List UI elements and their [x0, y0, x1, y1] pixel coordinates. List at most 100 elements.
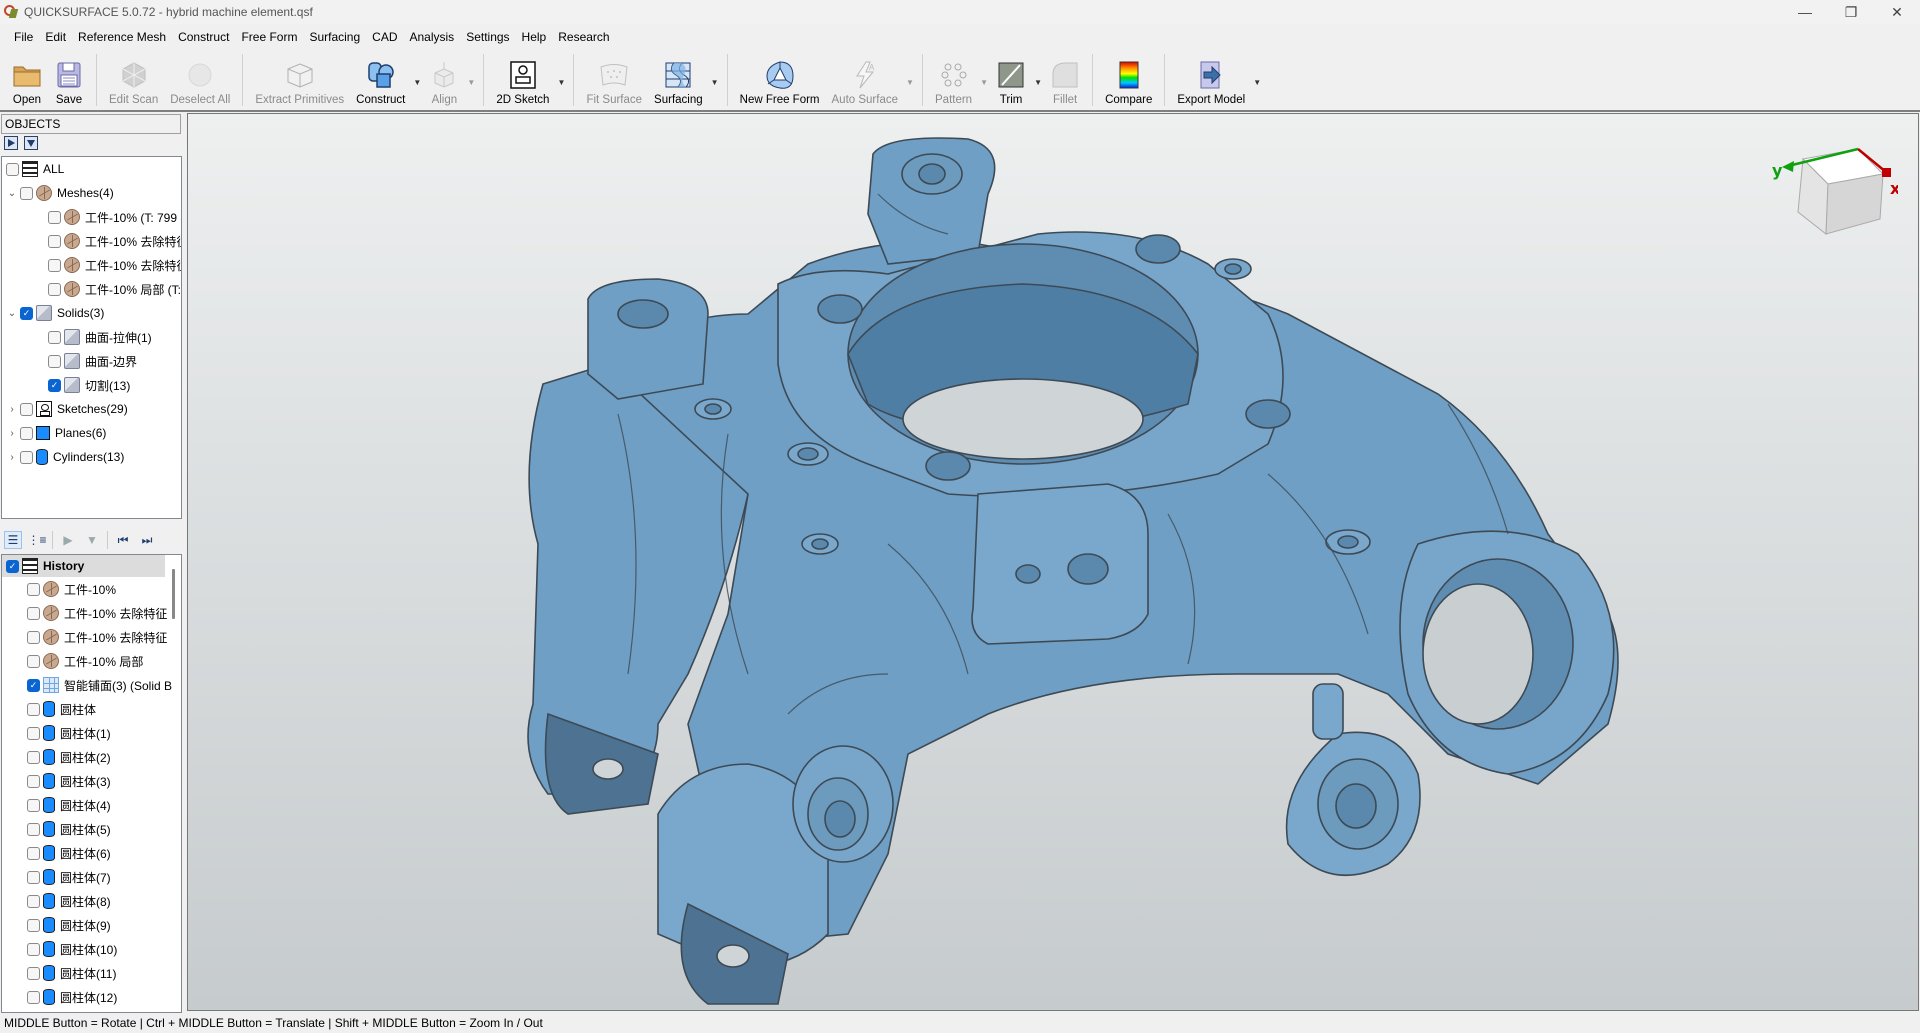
history-item[interactable]: 工件-10% 去除特征: [2, 625, 181, 649]
menu-analysis[interactable]: Analysis: [404, 26, 461, 48]
deselect-all-button[interactable]: Deselect All: [164, 50, 236, 110]
checkbox[interactable]: [27, 822, 40, 836]
expand-all-button[interactable]: [4, 136, 18, 150]
tree-item-all[interactable]: ALL: [2, 157, 181, 181]
checkbox[interactable]: [20, 402, 33, 416]
checkbox[interactable]: ✓: [48, 378, 61, 392]
collapse-all-button[interactable]: [24, 136, 38, 150]
view-cube[interactable]: y x: [1758, 134, 1898, 244]
checkbox[interactable]: [48, 282, 61, 296]
checkbox[interactable]: [27, 726, 40, 740]
tree-group-planes[interactable]: › Planes(6): [2, 421, 181, 445]
checkbox[interactable]: [48, 234, 61, 248]
skip-to-start-button[interactable]: ⏮: [114, 531, 132, 549]
model-render[interactable]: [188, 114, 1919, 1011]
history-item[interactable]: 工件-10%: [2, 577, 181, 601]
history-item[interactable]: 圆柱体(12): [2, 985, 181, 1009]
checkbox[interactable]: [48, 354, 61, 368]
menu-free-form[interactable]: Free Form: [235, 26, 303, 48]
edit-scan-button[interactable]: Edit Scan: [103, 50, 164, 110]
checkbox[interactable]: [27, 630, 40, 644]
history-item[interactable]: 圆柱体(5): [2, 817, 181, 841]
export-model-button[interactable]: Export Model: [1171, 50, 1251, 110]
surfacing-dropdown-arrow[interactable]: ▼: [709, 50, 721, 110]
tree-view-button[interactable]: ⋮≡: [28, 531, 47, 549]
checkbox[interactable]: [27, 750, 40, 764]
checkbox[interactable]: [20, 426, 33, 440]
tree-item[interactable]: 曲面-边界: [2, 349, 181, 373]
checkbox[interactable]: [27, 918, 40, 932]
checkbox[interactable]: [27, 606, 40, 620]
checkbox[interactable]: [27, 774, 40, 788]
pattern-button[interactable]: Pattern: [929, 50, 978, 110]
checkbox[interactable]: [27, 966, 40, 980]
checkbox[interactable]: [27, 582, 40, 596]
checkbox[interactable]: [27, 846, 40, 860]
skip-to-end-button[interactable]: ⏭: [138, 531, 156, 549]
history-item[interactable]: 圆柱体(1): [2, 721, 181, 745]
tree-group-solids[interactable]: ⌄ ✓ Solids(3): [2, 301, 181, 325]
close-button[interactable]: ✕: [1874, 0, 1920, 24]
3d-viewport[interactable]: y x: [187, 113, 1919, 1011]
compare-button[interactable]: Compare: [1099, 50, 1158, 110]
history-item[interactable]: 圆柱体(8): [2, 889, 181, 913]
checkbox[interactable]: [20, 186, 33, 200]
checkbox[interactable]: [27, 654, 40, 668]
sketch-dropdown-arrow[interactable]: ▼: [555, 50, 567, 110]
pattern-dropdown-arrow[interactable]: ▼: [978, 50, 990, 110]
menu-file[interactable]: File: [8, 26, 39, 48]
checkbox[interactable]: [27, 870, 40, 884]
history-item[interactable]: 圆柱体(4): [2, 793, 181, 817]
history-item[interactable]: 圆柱体(10): [2, 937, 181, 961]
play-down-button[interactable]: ▼: [83, 531, 101, 549]
chevron-down-icon[interactable]: ⌄: [6, 308, 18, 319]
tree-item[interactable]: 曲面-拉伸(1): [2, 325, 181, 349]
menu-reference-mesh[interactable]: Reference Mesh: [72, 26, 172, 48]
tree-group-sketches[interactable]: › Sketches(29): [2, 397, 181, 421]
checkbox[interactable]: [27, 798, 40, 812]
history-item[interactable]: 圆柱体(3): [2, 769, 181, 793]
menu-settings[interactable]: Settings: [460, 26, 515, 48]
scrollbar[interactable]: [172, 569, 175, 619]
tree-item[interactable]: 工件-10% (T: 799 8: [2, 205, 181, 229]
trim-button[interactable]: Trim: [990, 50, 1032, 110]
new-free-form-button[interactable]: New Free Form: [734, 50, 826, 110]
checkbox[interactable]: [27, 942, 40, 956]
checkbox[interactable]: ✓: [6, 559, 19, 573]
export-dropdown-arrow[interactable]: ▼: [1251, 50, 1263, 110]
menu-construct[interactable]: Construct: [172, 26, 235, 48]
checkbox[interactable]: [48, 258, 61, 272]
checkbox[interactable]: [48, 330, 61, 344]
save-button[interactable]: Save: [48, 50, 90, 110]
history-item[interactable]: 圆柱体(2): [2, 745, 181, 769]
history-item[interactable]: 工件-10% 局部: [2, 649, 181, 673]
history-item[interactable]: 圆柱体(9): [2, 913, 181, 937]
chevron-down-icon[interactable]: ⌄: [6, 188, 18, 199]
restore-button[interactable]: ❐: [1828, 0, 1874, 24]
trim-dropdown-arrow[interactable]: ▼: [1032, 50, 1044, 110]
list-view-button[interactable]: ☰: [4, 531, 22, 549]
checkbox[interactable]: [20, 450, 33, 464]
history-item[interactable]: 圆柱体(6): [2, 841, 181, 865]
checkbox[interactable]: [27, 990, 40, 1004]
align-button[interactable]: Align: [423, 50, 465, 110]
checkbox[interactable]: [27, 702, 40, 716]
tree-item[interactable]: 工件-10% 局部 (T:: [2, 277, 181, 301]
menu-cad[interactable]: CAD: [366, 26, 403, 48]
history-item[interactable]: 圆柱体(7): [2, 865, 181, 889]
tree-item[interactable]: 工件-10% 去除特征: [2, 253, 181, 277]
menu-research[interactable]: Research: [552, 26, 615, 48]
history-item[interactable]: 圆柱体(11): [2, 961, 181, 985]
menu-surfacing[interactable]: Surfacing: [303, 26, 366, 48]
tree-group-meshes[interactable]: ⌄ Meshes(4): [2, 181, 181, 205]
auto-surface-button[interactable]: A Auto Surface: [826, 50, 904, 110]
history-item[interactable]: 工件-10% 去除特征: [2, 601, 181, 625]
tree-group-cylinders[interactable]: › Cylinders(13): [2, 445, 181, 469]
history-header[interactable]: ✓ History: [2, 555, 165, 577]
chevron-right-icon[interactable]: ›: [6, 452, 18, 463]
chevron-right-icon[interactable]: ›: [6, 404, 18, 415]
construct-button[interactable]: Construct: [350, 50, 411, 110]
fillet-button[interactable]: Fillet: [1044, 50, 1086, 110]
menu-edit[interactable]: Edit: [39, 26, 72, 48]
tree-item[interactable]: ✓ 切割(13): [2, 373, 181, 397]
